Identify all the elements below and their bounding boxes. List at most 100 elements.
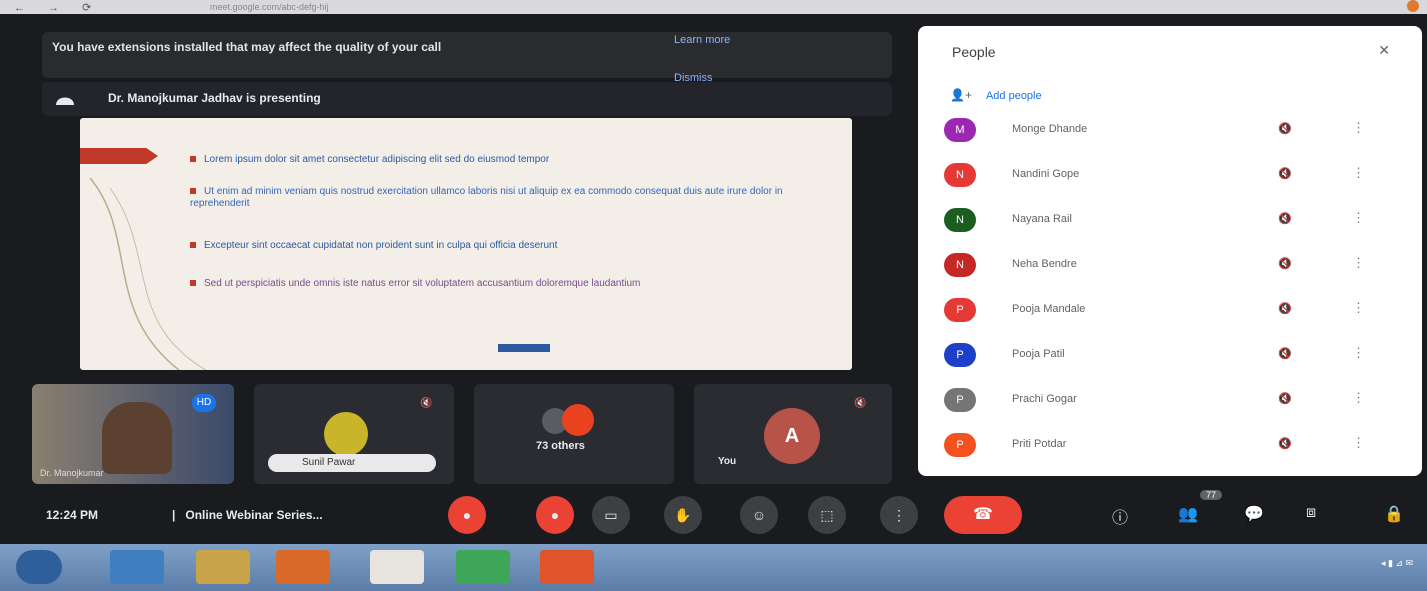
more-options-icon[interactable]: ⋮: [880, 496, 918, 534]
participant-name: Pooja Patil: [1012, 348, 1065, 360]
more-options-icon[interactable]: ⋮: [1352, 345, 1365, 361]
mic-off-icon: 🔇: [1278, 348, 1292, 360]
people-panel-title: People: [952, 44, 996, 60]
meeting-stage: You have extensions installed that may a…: [0, 14, 1427, 544]
mic-off-icon: 🔇: [1278, 438, 1292, 450]
slide-bullet: Excepteur sint occaecat cupidatat non pr…: [190, 240, 770, 252]
slide-accent-tab: [80, 148, 158, 164]
more-options-icon[interactable]: ⋮: [1352, 255, 1365, 271]
browser-toolbar: ← → ⟳ meet.google.com/abc-defg-hij: [0, 0, 1427, 14]
participant-name: Prachi Gogar: [1012, 393, 1077, 405]
info-icon[interactable]: ⓘ: [1112, 504, 1128, 528]
participant-avatar: P: [944, 343, 976, 367]
participant-row[interactable]: P Prachi Gogar 🔇 ⋮: [944, 382, 1404, 422]
start-button[interactable]: [16, 550, 62, 584]
slide-bullet: Sed ut perspiciatis unde omnis iste natu…: [190, 278, 730, 290]
mic-off-icon: 🔇: [420, 398, 433, 409]
banner-message: You have extensions installed that may a…: [52, 40, 442, 54]
participant-avatar: P: [944, 298, 976, 322]
clock: 12:24 PM: [46, 508, 99, 522]
participant-name: Monge Dhande: [1012, 123, 1088, 135]
learn-more-link[interactable]: Learn more: [674, 34, 730, 46]
participant-name: Nandini Gope: [1012, 168, 1080, 180]
emoji-icon[interactable]: ☺: [740, 496, 778, 534]
participant-row[interactable]: P Pooja Patil 🔇 ⋮: [944, 337, 1404, 377]
participant-row[interactable]: N Neha Bendre 🔇 ⋮: [944, 247, 1404, 287]
slide-link-button: [498, 344, 550, 352]
speaking-badge: HD: [192, 394, 216, 412]
shared-slide: Lorem ipsum dolor sit amet consectetur a…: [80, 118, 852, 370]
mic-toggle-button[interactable]: ●: [448, 496, 486, 534]
taskbar-folder-icon[interactable]: [196, 550, 250, 584]
people-panel: People ✕ 👤+ Add people M Monge Dhande 🔇 ⋮ N Na…: [918, 26, 1422, 476]
participant-count-badge: 77: [1200, 490, 1223, 500]
captions-icon[interactable]: ▭: [592, 496, 630, 534]
self-label: You: [718, 456, 737, 467]
participant-avatar: N: [944, 208, 976, 232]
camera-toggle-button[interactable]: ●: [536, 496, 574, 534]
avatar: [562, 404, 594, 436]
participant-name-pill: Sunil Pawar: [268, 454, 436, 472]
presenting-text: Dr. Manojkumar Jadhav is presenting: [108, 91, 321, 105]
raise-hand-icon[interactable]: ✋: [664, 496, 702, 534]
participant-avatar: P: [944, 433, 976, 457]
presenter-name: Dr. Manojkumar: [40, 468, 104, 478]
mic-off-icon: 🔇: [1278, 123, 1292, 135]
people-icon[interactable]: 👥: [1178, 504, 1198, 524]
present-screen-icon[interactable]: ⬚: [808, 496, 846, 534]
mic-off-icon: 🔇: [1278, 168, 1292, 180]
windows-taskbar: ◂ ▮ ⊿ ✉: [0, 544, 1427, 591]
more-options-icon[interactable]: ⋮: [1352, 165, 1365, 181]
more-options-icon[interactable]: ⋮: [1352, 435, 1365, 451]
add-person-icon: 👤+: [950, 88, 972, 102]
add-people-button[interactable]: 👤+ Add people: [950, 88, 1042, 102]
participant-row[interactable]: N Nayana Rail 🔇 ⋮: [944, 202, 1404, 242]
participant-name: Pooja Mandale: [1012, 303, 1086, 315]
participant-avatar: P: [944, 388, 976, 412]
mic-off-icon: 🔇: [1278, 393, 1292, 405]
extension-icon[interactable]: [1407, 0, 1419, 12]
chat-icon[interactable]: 💬: [1244, 504, 1264, 524]
presenting-bar: Dr. Manojkumar Jadhav is presenting: [42, 82, 892, 116]
mic-off-icon: 🔇: [854, 398, 867, 409]
others-count-label: 73 others: [536, 440, 585, 452]
system-tray: ◂ ▮ ⊿ ✉: [1380, 558, 1413, 568]
taskbar-firefox-icon[interactable]: [540, 550, 594, 584]
browser-nav-icons[interactable]: ← → ⟳: [14, 1, 101, 14]
slide-bullet: Lorem ipsum dolor sit amet consectetur a…: [190, 154, 810, 166]
address-bar[interactable]: meet.google.com/abc-defg-hij: [210, 2, 329, 12]
more-options-icon[interactable]: ⋮: [1352, 390, 1365, 406]
mic-off-icon: 🔇: [1278, 303, 1292, 315]
participant-name: Priti Potdar: [1012, 438, 1067, 450]
participant-row[interactable]: P Pooja Mandale 🔇 ⋮: [944, 292, 1404, 332]
taskbar-media-icon[interactable]: [276, 550, 330, 584]
host-controls-icon[interactable]: 🔒: [1384, 504, 1404, 524]
participant-row[interactable]: N Nandini Gope 🔇 ⋮: [944, 157, 1404, 197]
participant-avatar: N: [944, 163, 976, 187]
others-tile[interactable]: 73 others: [474, 384, 674, 484]
call-controls-bar: 12:24 PM | Online Webinar Series... ● ● …: [0, 486, 1427, 544]
participant-avatar: [324, 412, 368, 456]
self-avatar: A: [764, 408, 820, 464]
participant-row[interactable]: P Priti Potdar 🔇 ⋮: [944, 427, 1404, 467]
more-options-icon[interactable]: ⋮: [1352, 120, 1365, 136]
participant-row[interactable]: M Monge Dhande 🔇 ⋮: [944, 112, 1404, 152]
close-icon[interactable]: ✕: [1378, 42, 1390, 59]
taskbar-app-icon[interactable]: [456, 550, 510, 584]
participant-tile[interactable]: 🔇 Sunil Pawar: [254, 384, 454, 484]
present-screen-icon: [56, 97, 74, 105]
mic-off-icon: 🔇: [1278, 258, 1292, 270]
presenter-video: [102, 402, 172, 474]
mic-off-icon: 🔇: [1278, 213, 1292, 225]
presenter-video-tile[interactable]: HD Dr. Manojkumar: [32, 384, 234, 484]
participant-avatar: N: [944, 253, 976, 277]
taskbar-ie-icon[interactable]: [110, 550, 164, 584]
more-options-icon[interactable]: ⋮: [1352, 210, 1365, 226]
taskbar-chrome-icon[interactable]: [370, 550, 424, 584]
slide-bullet: Ut enim ad minim veniam quis nostrud exe…: [190, 186, 783, 209]
more-options-icon[interactable]: ⋮: [1352, 300, 1365, 316]
activities-icon[interactable]: ⧈: [1306, 504, 1316, 522]
self-tile[interactable]: 🔇 A You: [694, 384, 892, 484]
participant-name: Nayana Rail: [1012, 213, 1072, 225]
leave-call-button[interactable]: ☎: [944, 496, 1022, 534]
